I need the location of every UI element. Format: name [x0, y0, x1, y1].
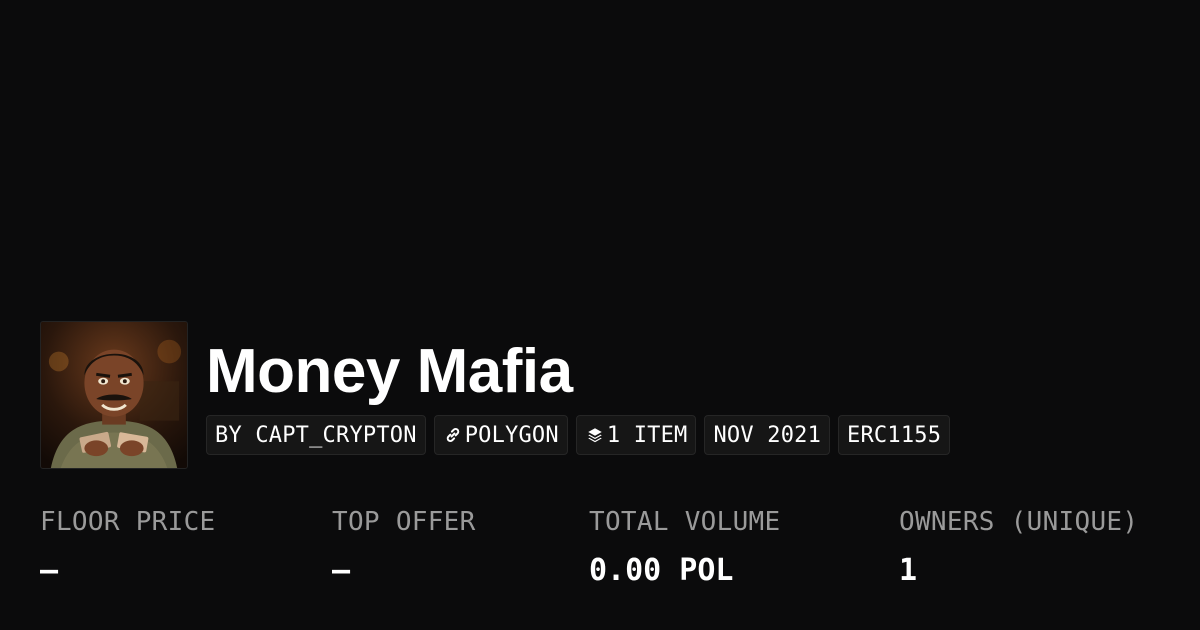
owners-value: 1: [899, 553, 918, 588]
items-tag-label: 1 ITEM: [606, 422, 688, 448]
total-volume-value: 0.00 POL: [589, 553, 734, 588]
creator-tag[interactable]: BY CAPT_CRYPTON: [206, 415, 426, 455]
creator-tag-label: BY CAPT_CRYPTON: [215, 422, 417, 448]
collection-title: Money Mafia: [206, 337, 573, 406]
chain-tag-label: POLYGON: [464, 422, 559, 448]
floor-price-label: FLOOR PRICE: [40, 507, 216, 537]
top-offer-label: TOP OFFER: [332, 507, 476, 537]
owners-label: OWNERS (UNIQUE): [899, 507, 1139, 537]
avatar-image: [41, 322, 187, 468]
top-offer-stat: TOP OFFER –: [332, 505, 476, 589]
date-tag-label: NOV 2021: [713, 422, 822, 448]
items-tag[interactable]: 1 ITEM: [575, 415, 697, 455]
top-offer-value: –: [332, 553, 351, 588]
standard-tag: ERC1155: [838, 415, 951, 455]
collection-avatar[interactable]: [40, 321, 188, 469]
total-volume-label: TOTAL VOLUME: [589, 507, 781, 537]
floor-price-stat: FLOOR PRICE –: [40, 505, 216, 589]
standard-tag-label: ERC1155: [847, 422, 942, 448]
date-tag: NOV 2021: [704, 415, 831, 455]
collection-card: Money Mafia BY CAPT_CRYPTON POLYGON 1 IT…: [0, 0, 1200, 630]
layers-icon: [585, 425, 605, 445]
collection-stats: FLOOR PRICE – TOP OFFER – TOTAL VOLUME 0…: [40, 505, 1180, 605]
collection-tags: BY CAPT_CRYPTON POLYGON 1 ITEM NOV 2021 …: [206, 415, 951, 455]
floor-price-value: –: [40, 553, 59, 588]
total-volume-stat: TOTAL VOLUME 0.00 POL: [589, 505, 780, 589]
owners-stat: OWNERS (UNIQUE) 1: [899, 505, 1138, 589]
chain-tag[interactable]: POLYGON: [433, 415, 568, 455]
link-icon: [443, 425, 463, 445]
